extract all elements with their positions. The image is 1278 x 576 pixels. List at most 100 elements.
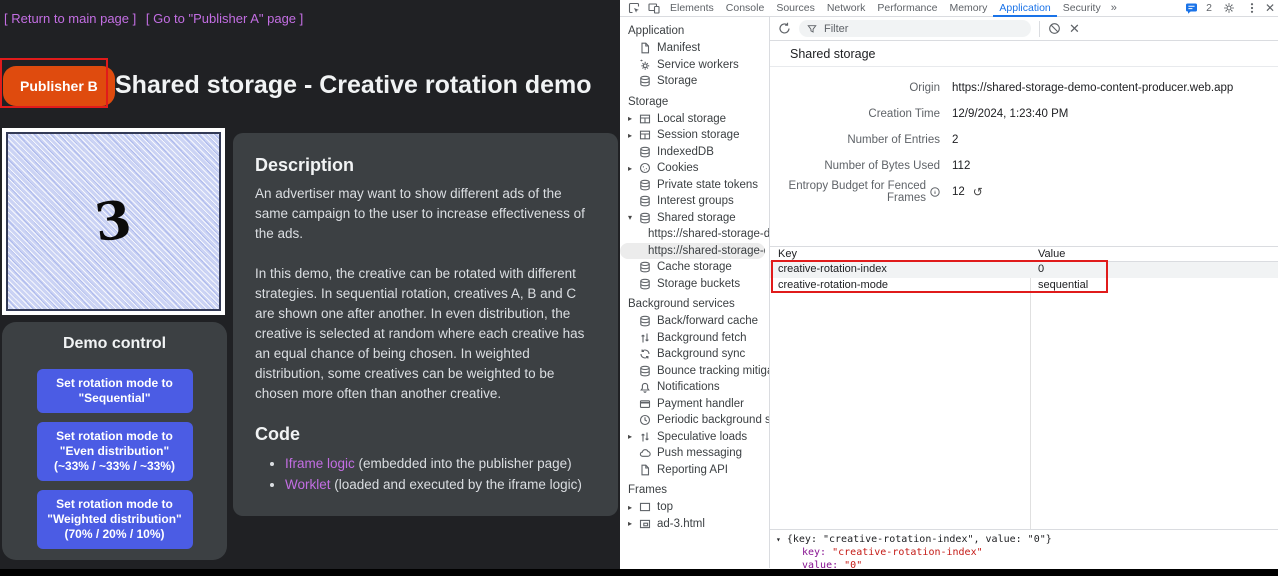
- sidebar-item-label: Cache storage: [657, 261, 732, 273]
- sidebar-item-cookies[interactable]: ▸ Cookies: [620, 160, 769, 177]
- device-toolbar-icon[interactable]: [648, 2, 660, 14]
- tab-application[interactable]: Application: [993, 0, 1056, 17]
- tab-memory[interactable]: Memory: [943, 0, 993, 17]
- sidebar-item-private-state-tokens[interactable]: Private state tokens: [620, 177, 769, 194]
- tree-expander-icon[interactable]: ▾: [628, 213, 639, 222]
- tree-expander-icon[interactable]: ▸: [628, 503, 639, 512]
- sidebar-item-session-storage[interactable]: ▸ Session storage: [620, 127, 769, 144]
- sidebar-item-manifest[interactable]: Manifest: [620, 40, 769, 57]
- sidebar-item-label: Session storage: [657, 129, 739, 141]
- sidebar-item-local-storage[interactable]: ▸Local storage: [620, 111, 769, 128]
- sidebar-item-notifications[interactable]: Notifications: [620, 379, 769, 396]
- meta-value: 2: [952, 134, 958, 146]
- sidebar-item-back-forward-cache[interactable]: Back/forward cache: [620, 313, 769, 330]
- sidebar-item-periodic-background-s[interactable]: Periodic background s…: [620, 412, 769, 429]
- tree-expander-icon[interactable]: ▸: [628, 519, 639, 528]
- meta-label: Number of Entries: [770, 134, 940, 146]
- cookie-icon: [639, 162, 651, 174]
- iframe-logic-link[interactable]: Iframe logic: [285, 456, 355, 471]
- table-row-creative-rotation-index[interactable]: creative-rotation-index0: [770, 262, 1278, 278]
- ad-creative-frame[interactable]: 3: [2, 128, 225, 315]
- funnel-icon: [807, 24, 817, 34]
- sidebar-item-https-shared-storage-d[interactable]: https://shared-storage-d…: [620, 226, 769, 243]
- frame-icon: [639, 501, 651, 513]
- inspect-element-icon[interactable]: [628, 2, 640, 14]
- info-icon[interactable]: [930, 187, 940, 197]
- iframe-icon: [639, 518, 651, 530]
- tree-expander-icon[interactable]: ▸: [628, 114, 639, 123]
- close-devtools-icon[interactable]: ✕: [1265, 1, 1275, 15]
- sidebar-item-storage[interactable]: Storage: [620, 73, 769, 90]
- sidebar-item-label: Shared storage: [657, 212, 736, 224]
- refresh-icon[interactable]: [778, 22, 791, 35]
- console-messages-icon[interactable]: [1185, 2, 1198, 15]
- set-rotation-weighted-distribution[interactable]: Set rotation mode to"Weighted distributi…: [37, 490, 193, 549]
- set-rotation-sequential[interactable]: Set rotation mode to"Sequential": [37, 369, 193, 413]
- sidebar-item-background-sync[interactable]: Background sync: [620, 346, 769, 363]
- tab-elements[interactable]: Elements: [664, 0, 720, 17]
- block-clear-icon[interactable]: [1048, 22, 1061, 35]
- sidebar-item-speculative-loads[interactable]: ▸Speculative loads: [620, 429, 769, 446]
- return-to-main-link[interactable]: [ Return to main page ]: [4, 11, 136, 26]
- sidebar-item-label: Push messaging: [657, 447, 742, 459]
- shared-storage-panel-title: Shared storage: [770, 41, 1278, 67]
- shared-storage-metadata: Originhttps://shared-storage-demo-conten…: [770, 67, 1278, 205]
- meta-value: 12↺: [952, 185, 983, 199]
- shared-storage-toolbar: ✕: [770, 17, 1278, 41]
- expand-triangle-icon[interactable]: ▾: [776, 535, 781, 544]
- sidebar-item-label: ad-3.html: [657, 518, 705, 530]
- worklet-link[interactable]: Worklet: [285, 477, 331, 492]
- filter-pill: [799, 20, 1031, 37]
- meta-value: 112: [952, 160, 970, 172]
- publisher-a-link[interactable]: [ Go to "Publisher A" page ]: [146, 11, 303, 26]
- sidebar-item-service-workers[interactable]: Service workers: [620, 57, 769, 74]
- tree-expander-icon[interactable]: ▸: [628, 432, 639, 441]
- database-icon: [639, 315, 651, 327]
- table-row-creative-rotation-mode[interactable]: creative-rotation-modesequential: [770, 278, 1278, 294]
- settings-gear-icon[interactable]: [1223, 2, 1235, 14]
- sidebar-item-shared-storage[interactable]: ▾ Shared storage: [620, 210, 769, 227]
- tab-performance[interactable]: Performance: [871, 0, 943, 17]
- devtools-window: ElementsConsoleSourcesNetworkPerformance…: [620, 0, 1278, 569]
- sidebar-item-background-fetch[interactable]: Background fetch: [620, 330, 769, 347]
- filter-input[interactable]: [822, 22, 1023, 36]
- sidebar-item-label: Periodic background s…: [657, 414, 769, 426]
- tree-expander-icon[interactable]: ▸: [628, 131, 639, 140]
- set-rotation-even-distribution[interactable]: Set rotation mode to"Even distribution"(…: [37, 422, 193, 481]
- sidebar-item-indexeddb[interactable]: IndexedDB: [620, 144, 769, 161]
- sidebar-item-reporting-api[interactable]: Reporting API: [620, 462, 769, 479]
- page-title: Shared storage - Creative rotation demo: [115, 71, 592, 100]
- code-item-text: (embedded into the publisher page): [355, 456, 572, 471]
- button-line: Set rotation mode to: [41, 497, 189, 512]
- sidebar-item-top[interactable]: ▸top: [620, 499, 769, 516]
- tree-expander-icon[interactable]: ▸: [628, 164, 639, 173]
- property-value: "creative-rotation-index": [832, 547, 983, 558]
- tab-overflow-chevrons[interactable]: »: [1107, 0, 1121, 17]
- tab-network[interactable]: Network: [821, 0, 872, 17]
- tab-sources[interactable]: Sources: [770, 0, 821, 17]
- creative-number: 3: [92, 189, 135, 254]
- sidebar-item-bounce-tracking-mitiga[interactable]: Bounce tracking mitiga…: [620, 363, 769, 380]
- delete-x-icon[interactable]: ✕: [1069, 21, 1080, 37]
- sidebar-item-label: Cookies: [657, 162, 699, 174]
- sidebar-item-ad-3-html[interactable]: ▸ ad-3.html: [620, 516, 769, 533]
- sidebar-item-push-messaging[interactable]: Push messaging: [620, 445, 769, 462]
- messages-count: 2: [1206, 2, 1212, 14]
- sidebar-item-label: Bounce tracking mitiga…: [657, 365, 769, 377]
- tab-security[interactable]: Security: [1057, 0, 1107, 17]
- column-header-key[interactable]: Key: [770, 247, 1030, 261]
- sidebar-item-payment-handler[interactable]: Payment handler: [620, 396, 769, 413]
- publisher-b-button[interactable]: Publisher B: [3, 66, 115, 106]
- sidebar-item-interest-groups[interactable]: Interest groups: [620, 193, 769, 210]
- sidebar-item-cache-storage[interactable]: Cache storage: [620, 259, 769, 276]
- column-header-value[interactable]: Value: [1030, 247, 1278, 261]
- reset-budget-icon[interactable]: ↺: [973, 185, 983, 199]
- property-name: value:: [802, 560, 844, 568]
- tab-console[interactable]: Console: [720, 0, 771, 17]
- sidebar-item-https-shared-storage-d[interactable]: https://shared-storage-d…: [620, 243, 765, 260]
- kebab-menu-icon[interactable]: [1250, 2, 1254, 14]
- meta-row-origin: Originhttps://shared-storage-demo-conten…: [770, 75, 1278, 101]
- up-down-arrows-icon: [639, 431, 651, 443]
- sidebar-item-storage-buckets[interactable]: Storage buckets: [620, 276, 769, 293]
- database-icon: [639, 278, 651, 290]
